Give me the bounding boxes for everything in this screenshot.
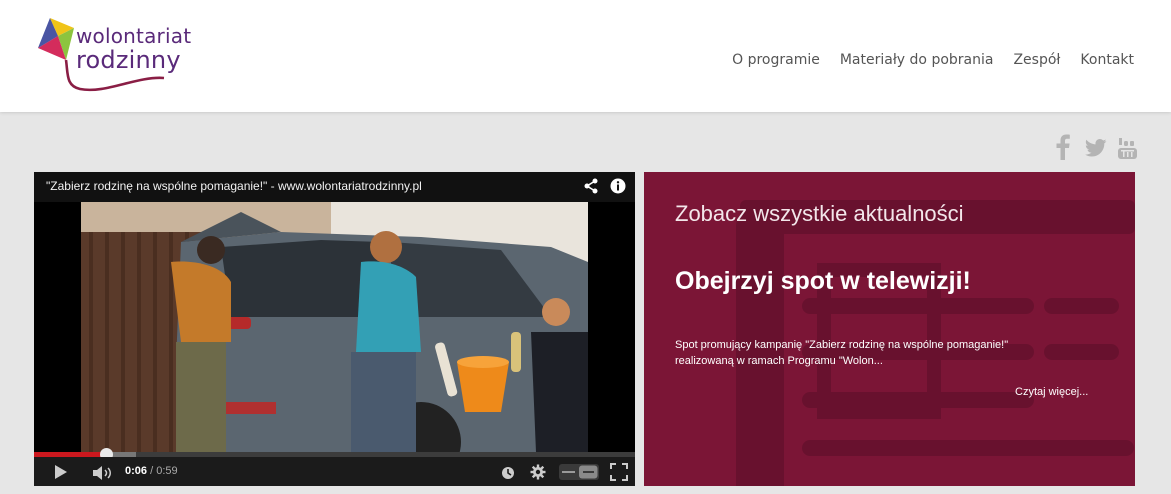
volume-icon[interactable]: [92, 465, 114, 484]
youtube-icon[interactable]: [1118, 138, 1138, 164]
play-icon[interactable]: [54, 464, 68, 484]
logo-text-line2: rodzinny: [76, 46, 181, 74]
news-article-title[interactable]: Obejrzyj spot w telewizji!: [675, 267, 971, 296]
fullscreen-icon[interactable]: [610, 463, 628, 485]
news-panel: Zobacz wszystkie aktualności Obejrzyj sp…: [644, 172, 1135, 486]
video-time: 0:06 / 0:59: [125, 465, 178, 477]
news-excerpt: Spot promujący kampanię "Zabierz rodzinę…: [675, 337, 1075, 369]
watch-later-icon[interactable]: [501, 465, 515, 484]
news-excerpt-line: realizowaną w ramach Programu "Wolon...: [675, 355, 883, 367]
video-player[interactable]: "Zabierz rodzinę na wspólne pomaganie!" …: [34, 172, 635, 486]
news-excerpt-line: Spot promujący kampanię "Zabierz rodzinę…: [675, 339, 1009, 351]
nav-item-o-programie[interactable]: O programie: [732, 52, 820, 68]
video-controls: 0:06 / 0:59: [34, 457, 635, 486]
video-duration: 0:59: [156, 465, 178, 477]
news-all-link[interactable]: Zobacz wszystkie aktualności: [675, 201, 964, 227]
site-logo[interactable]: wolontariat rodzinny: [36, 16, 196, 94]
settings-gear-icon[interactable]: [530, 464, 546, 484]
site-header: wolontariat rodzinny O programie Materia…: [0, 0, 1171, 112]
share-icon[interactable]: [583, 178, 599, 198]
nav-item-kontakt[interactable]: Kontakt: [1080, 52, 1134, 68]
facebook-icon[interactable]: [1056, 134, 1070, 164]
video-titlebar: "Zabierz rodzinę na wspólne pomaganie!" …: [34, 172, 635, 202]
video-frame[interactable]: [81, 202, 588, 452]
video-time-separator: /: [147, 465, 157, 477]
read-more-link[interactable]: Czytaj więcej...: [1015, 386, 1088, 398]
info-icon[interactable]: [610, 178, 626, 198]
nav-item-zespol[interactable]: Zespół: [1013, 52, 1060, 68]
video-title-link[interactable]: "Zabierz rodzinę na wspólne pomaganie!" …: [46, 179, 422, 193]
twitter-icon[interactable]: [1085, 139, 1107, 161]
main-nav: O programie Materiały do pobrania Zespół…: [732, 52, 1134, 68]
logo-text-line1: wolontariat: [76, 24, 192, 48]
nav-item-materialy[interactable]: Materiały do pobrania: [840, 52, 994, 68]
youtube-logo-icon[interactable]: [559, 464, 599, 484]
video-current-time: 0:06: [125, 465, 148, 477]
social-links: [1052, 134, 1142, 162]
